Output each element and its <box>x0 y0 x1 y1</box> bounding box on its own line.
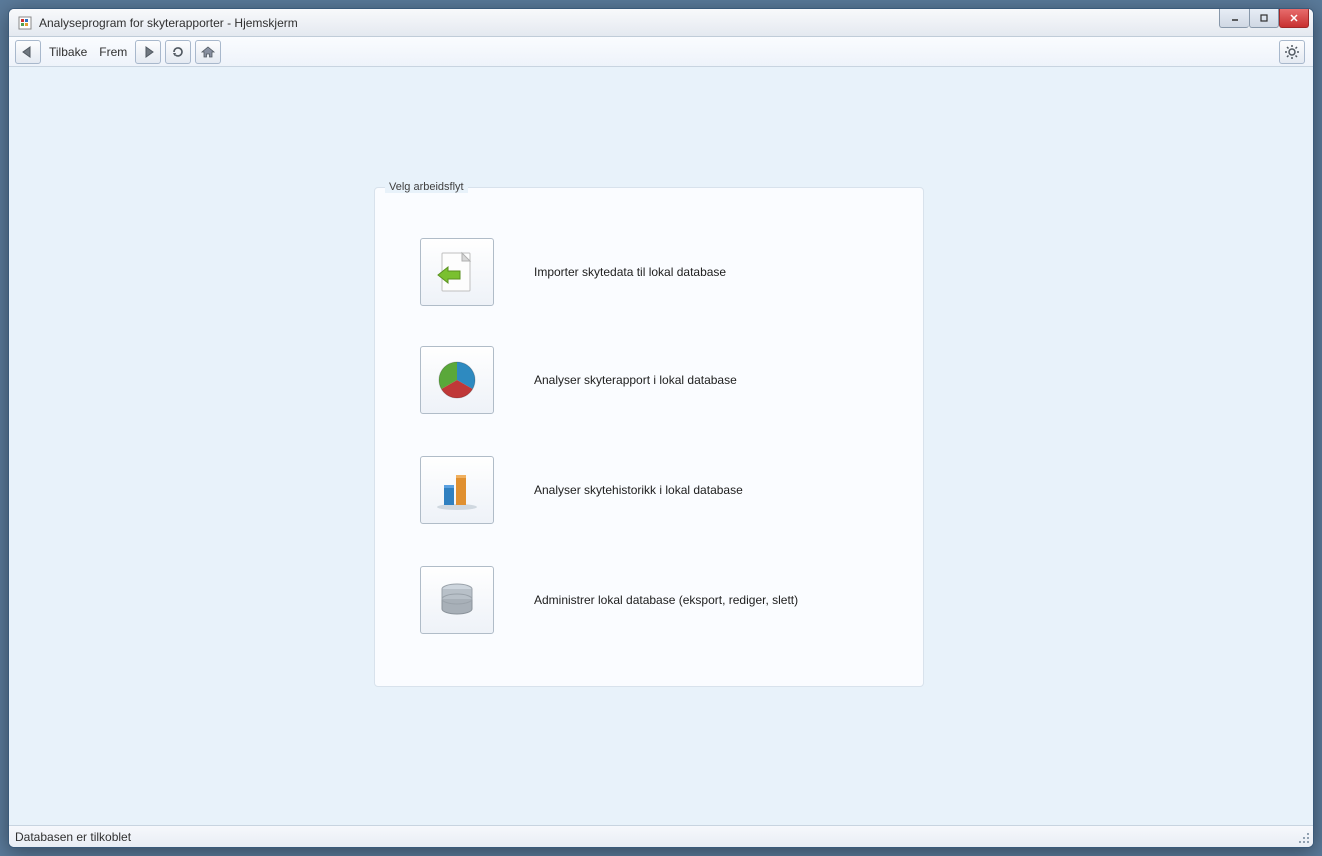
status-bar: Databasen er tilkoblet <box>9 825 1313 847</box>
forward-label: Frem <box>93 45 133 59</box>
pie-chart-icon <box>432 355 482 405</box>
toolbar: Tilbake Frem <box>9 37 1313 67</box>
workflow-label: Administrer lokal database (eksport, red… <box>534 593 798 607</box>
refresh-button[interactable] <box>165 40 191 64</box>
app-window: Analyseprogram for skyterapporter - Hjem… <box>8 8 1314 848</box>
resize-grip-icon[interactable] <box>1299 833 1311 845</box>
forward-button[interactable] <box>135 40 161 64</box>
settings-button[interactable] <box>1279 40 1305 64</box>
workflow-label: Importer skytedata til lokal database <box>534 265 726 279</box>
analyze-report-button[interactable] <box>420 346 494 414</box>
workflow-item-manage-db: Administrer lokal database (eksport, red… <box>420 566 798 634</box>
database-icon <box>432 575 482 625</box>
close-button[interactable] <box>1279 8 1309 28</box>
minimize-button[interactable] <box>1219 8 1249 28</box>
bar-chart-icon <box>432 465 482 515</box>
gear-icon <box>1284 44 1300 60</box>
home-button[interactable] <box>195 40 221 64</box>
app-icon <box>17 15 33 31</box>
title-bar[interactable]: Analyseprogram for skyterapporter - Hjem… <box>9 9 1313 37</box>
back-button[interactable] <box>15 40 41 64</box>
arrow-right-icon <box>140 46 156 58</box>
maximize-button[interactable] <box>1249 8 1279 28</box>
window-controls <box>1219 9 1313 28</box>
arrow-left-icon <box>20 46 36 58</box>
import-button[interactable] <box>420 238 494 306</box>
content-area: Velg arbeidsflyt Importer skytedata til … <box>9 67 1313 825</box>
workflow-item-analyze-history: Analyser skytehistorikk i lokal database <box>420 456 743 524</box>
status-text: Databasen er tilkoblet <box>15 830 131 844</box>
workflow-panel: Velg arbeidsflyt Importer skytedata til … <box>374 187 924 687</box>
panel-title: Velg arbeidsflyt <box>385 181 468 193</box>
workflow-item-import: Importer skytedata til lokal database <box>420 238 726 306</box>
window-title: Analyseprogram for skyterapporter - Hjem… <box>39 16 298 30</box>
workflow-label: Analyser skytehistorikk i lokal database <box>534 483 743 497</box>
analyze-history-button[interactable] <box>420 456 494 524</box>
import-document-icon <box>432 247 482 297</box>
refresh-icon <box>170 44 186 60</box>
manage-db-button[interactable] <box>420 566 494 634</box>
workflow-item-analyze-report: Analyser skyterapport i lokal database <box>420 346 737 414</box>
workflow-label: Analyser skyterapport i lokal database <box>534 373 737 387</box>
home-icon <box>200 44 216 60</box>
back-label: Tilbake <box>43 45 93 59</box>
